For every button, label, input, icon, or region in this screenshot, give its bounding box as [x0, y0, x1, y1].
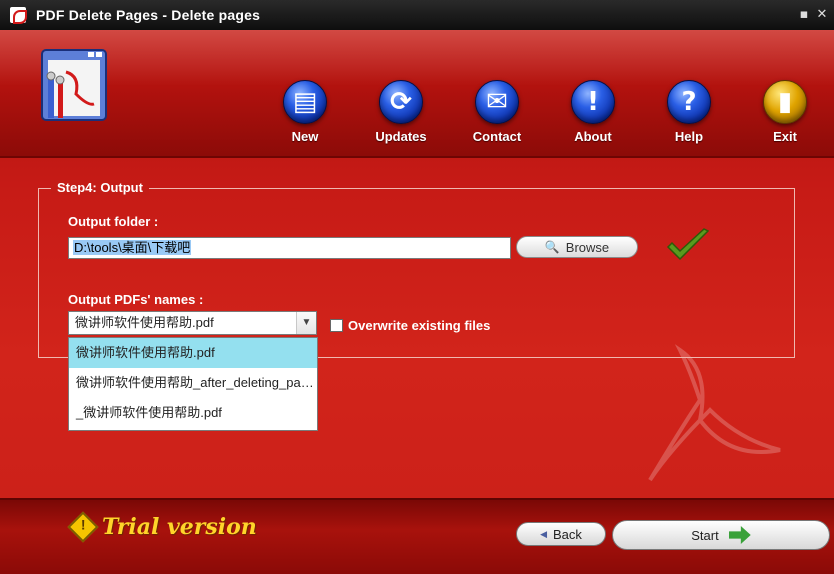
- output-names-selected: 微讲师软件使用帮助.pdf: [75, 315, 214, 330]
- toolbar-exit-label: Exit: [773, 129, 797, 144]
- toolbar-help-label: Help: [674, 129, 704, 144]
- start-label: Start: [691, 527, 719, 543]
- search-icon: 🔍: [544, 240, 560, 254]
- browse-button[interactable]: 🔍 Browse: [516, 236, 638, 258]
- back-button[interactable]: ◀ Back: [516, 522, 606, 546]
- contact-icon: ✉: [475, 80, 519, 124]
- about-icon: !: [571, 80, 615, 124]
- footer-bar: ! Trial version ◀ Back Start: [0, 498, 834, 574]
- help-icon: ?: [667, 80, 711, 124]
- window-title: PDF Delete Pages - Delete pages: [36, 7, 261, 23]
- output-names-dropdown: 微讲师软件使用帮助.pdf 微讲师软件使用帮助_after_deleting_p…: [68, 337, 318, 431]
- output-folder-input[interactable]: D:\tools\桌面\下载吧: [68, 237, 511, 259]
- start-button[interactable]: Start: [612, 520, 830, 550]
- dropdown-option[interactable]: _微讲师软件使用帮助.pdf: [69, 398, 317, 428]
- back-label: Back: [553, 526, 582, 542]
- browse-label: Browse: [565, 239, 610, 255]
- updates-icon: ⟳: [379, 80, 423, 124]
- checkmark-icon: [666, 228, 710, 261]
- toolbar-contact-button[interactable]: ✉ Contact: [457, 80, 537, 144]
- close-button[interactable]: ✕: [814, 7, 830, 23]
- trial-banner: ! Trial version: [67, 511, 257, 543]
- app-icon: [10, 7, 27, 24]
- toolbar-new-label: New: [291, 129, 319, 144]
- trial-text: Trial version: [102, 514, 257, 540]
- step-title: Step4: Output: [51, 180, 149, 195]
- pdf-watermark-icon: [648, 344, 781, 482]
- toolbar-exit-button[interactable]: ▮ Exit: [745, 80, 825, 144]
- output-names-select[interactable]: 微讲师软件使用帮助.pdf ▼: [68, 311, 317, 335]
- dropdown-option[interactable]: 微讲师软件使用帮助.pdf: [69, 338, 317, 368]
- toolbar-about-button[interactable]: ! About: [553, 80, 633, 144]
- toolbar-help-button[interactable]: ? Help: [649, 80, 729, 144]
- toolbar-updates-label: Updates: [375, 129, 427, 144]
- overwrite-label: Overwrite existing files: [348, 318, 491, 333]
- minimize-button[interactable]: ▪: [796, 7, 812, 23]
- toolbar-new-button[interactable]: ▤ New: [265, 80, 345, 144]
- toolbar-about-label: About: [574, 129, 612, 144]
- title-bar: PDF Delete Pages - Delete pages ▪ ✕: [0, 0, 834, 30]
- app-logo: [41, 49, 107, 121]
- new-icon: ▤: [283, 80, 327, 124]
- header-bar: ▤ New ⟳ Updates ✉ Contact ! About ? Help…: [0, 30, 834, 158]
- warning-icon: !: [67, 511, 99, 543]
- toolbar-contact-label: Contact: [472, 129, 522, 144]
- toolbar-updates-button[interactable]: ⟳ Updates: [361, 80, 441, 144]
- overwrite-checkbox[interactable]: [330, 319, 343, 332]
- exit-icon: ▮: [763, 80, 807, 124]
- output-names-label: Output PDFs' names :: [68, 292, 204, 307]
- start-arrow-icon: [728, 526, 751, 544]
- back-arrow-icon: ◀: [540, 528, 547, 539]
- dropdown-option[interactable]: 微讲师软件使用帮助_after_deleting_page...: [69, 368, 317, 398]
- output-folder-value: D:\tools\桌面\下载吧: [73, 240, 192, 255]
- output-folder-label: Output folder :: [68, 214, 159, 229]
- chevron-down-icon[interactable]: ▼: [296, 312, 316, 334]
